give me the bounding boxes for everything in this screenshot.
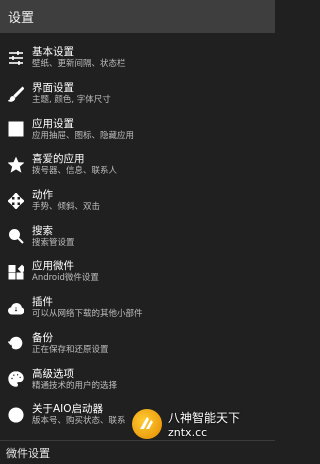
settings-item-subtitle: 拨号器、信息、联系人 [32,166,118,177]
settings-item-title: 关于AIO启动器 [32,403,104,416]
settings-item-subtitle: 精通技术的用户的选择 [32,380,118,391]
section-header-label: 微件设置 [6,446,50,460]
settings-item-basic[interactable]: 基本设置 壁纸、更新间隔、状态栏 [0,40,275,76]
star-icon [0,147,32,183]
restore-icon [0,326,32,362]
settings-item-title: 应用微件 [32,260,74,273]
settings-item-subtitle: 正在保存和还原设置 [32,344,109,355]
settings-item-subtitle: 搜索管设置 [32,237,75,248]
settings-item-title: 应用设置 [32,117,74,130]
settings-item-interface[interactable]: 界面设置 主题, 颜色, 字体尺寸 [0,76,275,112]
settings-item-subtitle: 应用抽屉、图标、隐藏应用 [32,130,135,141]
settings-item-widgets[interactable]: 应用微件 Android微件设置 [0,254,275,290]
settings-item-search[interactable]: 搜索 搜索管设置 [0,218,275,254]
settings-item-title: 界面设置 [32,82,74,95]
settings-item-plugins[interactable]: 插件 可以从网络下载的其他小部件 [0,290,275,326]
settings-item-title: 备份 [32,331,53,344]
settings-item-backup[interactable]: 备份 正在保存和还原设置 [0,326,275,362]
settings-item-subtitle: 壁纸、更新间隔、状态栏 [32,59,126,70]
settings-item-title: 动作 [32,189,53,202]
sliders-icon [0,40,32,76]
settings-item-apps[interactable]: 应用设置 应用抽屉、图标、隐藏应用 [0,111,275,147]
settings-item-title: 插件 [32,296,53,309]
info-icon [0,397,32,433]
app-bar: 设置 [0,0,275,33]
settings-item-gestures[interactable]: 动作 手势、倾斜、双击 [0,183,275,219]
watermark-name: 八神智能天下 [168,411,241,425]
search-icon [0,218,32,254]
settings-item-subtitle: 手势、倾斜、双击 [32,202,101,213]
settings-item-subtitle: Android微件设置 [32,273,99,284]
settings-item-advanced[interactable]: 高级选项 精通技术的用户的选择 [0,361,275,397]
settings-item-subtitle: 可以从网络下载的其他小部件 [32,309,143,320]
grid-icon [0,111,32,147]
page-title: 设置 [8,11,35,26]
settings-item-title: 基本设置 [32,46,74,59]
watermark-url: zntx.cc [168,426,208,439]
settings-item-subtitle: 版本号、购买状态、联系 [32,416,126,427]
watermark-logo-icon [132,409,162,439]
widgets-icon [0,254,32,290]
settings-item-favorites[interactable]: 喜爱的应用 拨号器、信息、联系人 [0,147,275,183]
settings-item-title: 喜爱的应用 [32,153,85,166]
move-arrows-icon [0,183,32,219]
watermark: 八神智能天下 zntx.cc [132,402,275,446]
palette-icon [0,361,32,397]
settings-item-title: 搜索 [32,224,53,237]
settings-list: 基本设置 壁纸、更新间隔、状态栏 界面设置 主题, 颜色, 字体尺寸 应用设置 … [0,33,275,433]
brush-icon [0,76,32,112]
settings-item-title: 高级选项 [32,367,74,380]
cloud-download-icon [0,290,32,326]
settings-item-subtitle: 主题, 颜色, 字体尺寸 [32,95,111,106]
